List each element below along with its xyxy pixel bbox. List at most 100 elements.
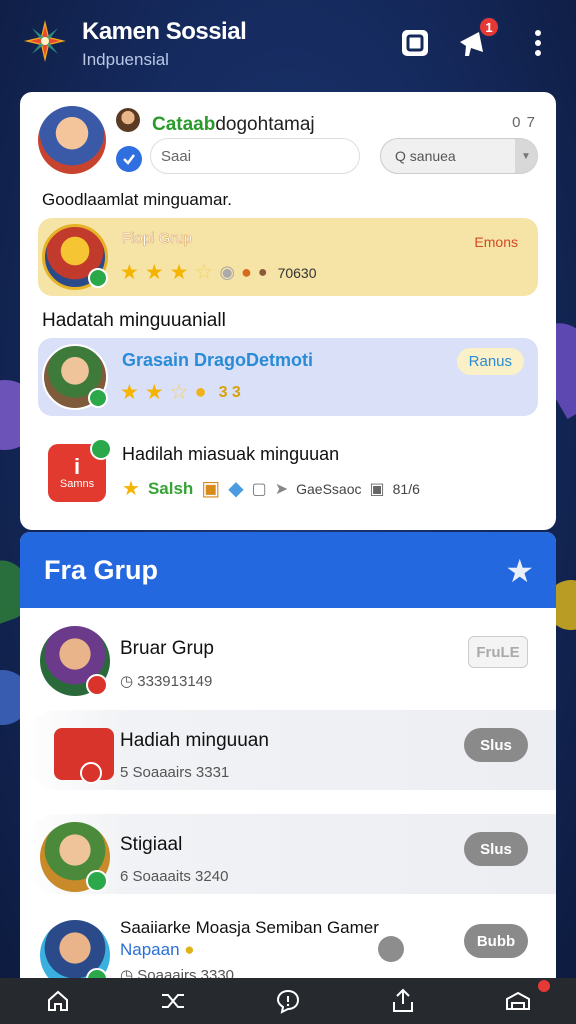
group-list-card: Fra Grup ★ Bruar Grup ◷ 333913149 FruLE … (20, 532, 556, 978)
item-subtitle: ◷ 333913149 (120, 673, 213, 690)
more-options-button[interactable] (526, 26, 550, 60)
gift-icon (506, 991, 531, 1010)
item-title: Bruar Grup (120, 638, 214, 659)
shuffle-icon (161, 994, 184, 1008)
status-dot-icon (86, 870, 108, 892)
list-item[interactable]: Hadiah minguuan 5 Soaaairs 3331 Slus (20, 710, 556, 790)
announcements-button[interactable]: 1 (456, 16, 500, 60)
verified-icon (88, 388, 108, 408)
star-icon: ★ (120, 381, 139, 404)
verified-icon (90, 438, 112, 460)
panel-count: 70630 (277, 264, 317, 281)
section-title-rewards: Hadatah minguuaniall (42, 310, 226, 331)
blue-group-panel[interactable]: Grasain DragoDetmoti Ranus ★ ★ ☆ ● 3 3 (38, 338, 538, 416)
chevron-down-icon[interactable]: ▼ (515, 139, 537, 173)
bottom-navigation (0, 978, 576, 1024)
profile-card: Cataabdogohtamaj 0 7 Saai Q sanuea ▼ Goo… (20, 92, 556, 530)
group-card-title: Fra Grup (44, 554, 159, 585)
reward-app-letter: i (73, 454, 81, 479)
reward-ratio: 81/6 (392, 480, 420, 497)
nav-share[interactable] (346, 978, 461, 1024)
reward-icons: ★ Salsh ▣ ◆ ▢ ➤ GaeSsaoc ▣ 81/6 (122, 476, 420, 501)
status-dot-icon (86, 674, 108, 696)
square-icon: ▢ (251, 480, 267, 498)
join-button[interactable]: Ranus (456, 348, 524, 375)
nav-home[interactable] (0, 978, 115, 1024)
rating-row: ★ ★ ☆ ● 3 3 (120, 380, 241, 405)
badge-icon: ● (257, 263, 268, 281)
user-name: Cataabdogohtamaj (152, 114, 315, 136)
reward-app-icon: i Samns (48, 438, 112, 502)
item-subtitle-text: Soaaairs 3330 (137, 967, 235, 978)
app-header: Kamen Sossial Indpuensial 1 (0, 0, 576, 86)
star-outline-icon: ☆ (194, 261, 214, 284)
item-action-button[interactable]: FruLE (468, 636, 528, 668)
user-name-highlight: Cataab (152, 114, 216, 135)
star-icon: ★ (144, 381, 164, 404)
item-title: Hadiah minguuan (120, 730, 269, 751)
bird-icon: ➤ (274, 480, 289, 498)
nav-gift[interactable] (461, 978, 576, 1024)
panel-title: Grasain DragoDetmoti (122, 350, 314, 370)
status-dot-icon (80, 762, 102, 784)
brand-text: GaeSsaoc (296, 480, 362, 497)
star-icon[interactable]: ★ (505, 552, 534, 590)
star-outline-icon: ☆ (169, 381, 189, 404)
search-input[interactable]: Q sanuea ▼ (380, 138, 538, 174)
home-icon (47, 990, 68, 1011)
status-input-value: Saai (161, 147, 192, 165)
panel-right-label[interactable]: Emons (474, 234, 518, 250)
search-input-value: Q sanuea (395, 148, 456, 164)
more-vert-icon (535, 30, 541, 56)
verified-icon (88, 268, 108, 288)
item-action-button[interactable]: Slus (464, 728, 528, 762)
mini-avatar (116, 108, 140, 132)
nav-shuffle[interactable] (115, 978, 230, 1024)
star-icon: ★ (120, 261, 139, 284)
status-input[interactable]: Saai (150, 138, 360, 174)
item-subtitle-text: 333913149 (137, 673, 213, 690)
item-subtitle: ◷ Soaaairs 3330 (120, 966, 234, 978)
star-icon: ★ (122, 478, 140, 500)
star-icon: ★ (144, 261, 164, 284)
reward-title: Hadilah miasuak minguuan (122, 444, 340, 464)
list-item[interactable]: Saaiiarke Moasja Semiban Gamer Napaan ● … (20, 912, 556, 978)
item-action-button[interactable]: Bubb (464, 924, 528, 958)
share-icon (393, 988, 414, 1012)
shield-icon: ◆ (228, 478, 244, 500)
app-title: Kamen Sossial (82, 18, 247, 45)
shield-icon (116, 146, 142, 172)
notification-badge: 1 (478, 16, 500, 38)
list-item[interactable]: Stigiaal 6 Soaaaits 3240 Slus (20, 814, 556, 894)
square-button[interactable] (398, 26, 432, 60)
star-icon: ★ (169, 261, 189, 284)
coin-icon: ◉ (219, 262, 236, 282)
user-name-rest: dogohtamaj (215, 114, 315, 135)
app-logo-icon (22, 18, 68, 64)
food-icon: ● (241, 262, 252, 282)
list-item[interactable]: Bruar Grup ◷ 333913149 FruLE (20, 618, 556, 698)
reward-app-label: Samns (59, 478, 95, 490)
gold-group-panel[interactable]: Fiopi Grup Emons ★ ★ ★ ☆ ◉ ● ● 70630 (38, 218, 538, 296)
item-subtitle: 5 Soaaairs 3331 (120, 764, 230, 781)
reward-green-word: Salsh (147, 478, 194, 498)
item-action-button[interactable]: Slus (464, 832, 528, 866)
item-title-second-text: Napaan (120, 940, 180, 959)
chest-icon: ▣ (201, 478, 221, 500)
panel-count: 3 3 (218, 383, 241, 401)
section-title-weekly: Goodlaamlat minguamar. (42, 190, 232, 209)
item-title-second: Napaan ● (120, 940, 195, 959)
weekly-reward-row[interactable]: i Samns Hadilah miasuak minguuan ★ Salsh… (38, 438, 538, 518)
coin-icon: ● (194, 381, 207, 403)
rating-row: ★ ★ ★ ☆ ◉ ● ● 70630 (120, 260, 317, 285)
square-icon (402, 30, 428, 56)
panel-title: Fiopi Grup (122, 230, 193, 247)
item-title: Saaiiarke Moasja Semiban Gamer (120, 918, 379, 938)
nav-chat[interactable] (230, 978, 345, 1024)
item-title-text: Saaiiarke Moasja Semiban Gamer (120, 918, 379, 937)
chat-alert-icon (276, 989, 300, 1014)
app-subtitle: Indpuensial (82, 50, 169, 69)
notification-badge (536, 978, 553, 994)
user-avatar[interactable] (38, 106, 106, 174)
group-card-header: Fra Grup ★ (20, 532, 556, 608)
